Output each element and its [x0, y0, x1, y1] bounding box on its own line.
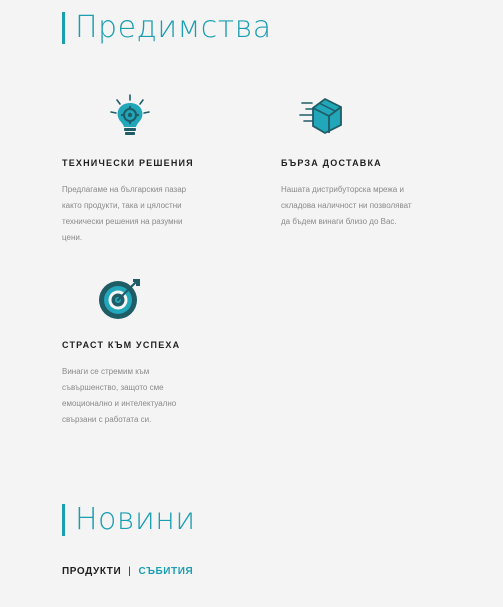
tab-separator: | — [128, 566, 132, 577]
feature-description-line: Предлагаме на българския пазар — [62, 185, 187, 194]
feature-description-line: съвършенство, защото сме — [62, 383, 164, 392]
tab-events[interactable]: СЪБИТИЯ — [139, 566, 194, 577]
news-tabs: ПРОДУКТИ | СЪБИТИЯ — [62, 566, 193, 577]
feature-description: Винаги се стремим към съвършенство, защо… — [62, 364, 232, 428]
feature-passion-for-success: СТРАСТ КЪМ УСПЕХА Винаги се стремим към … — [62, 274, 232, 428]
feature-title: ТЕХНИЧЕСКИ РЕШЕНИЯ — [62, 158, 194, 168]
target-icon — [90, 274, 150, 322]
feature-description-line: складова наличност ни позволяват — [281, 201, 412, 210]
feature-technical-solutions: ТЕХНИЧЕСКИ РЕШЕНИЯ Предлагаме на българс… — [62, 92, 232, 246]
news-title: Новини — [75, 502, 196, 537]
fast-delivery-box-icon — [293, 92, 353, 140]
feature-description-line: емоционално и интелектуално — [62, 399, 177, 408]
news-heading: Новини — [62, 502, 196, 537]
heading-accent-bar — [62, 11, 65, 44]
feature-description-line: Нашата дистрибуторска мрежа и — [281, 185, 404, 194]
feature-title: СТРАСТ КЪМ УСПЕХА — [62, 340, 181, 350]
advantages-title: Предимства — [75, 10, 272, 45]
feature-description: Нашата дистрибуторска мрежа и складова н… — [281, 182, 451, 230]
feature-description: Предлагаме на българския пазар както про… — [62, 182, 232, 246]
tab-products[interactable]: ПРОДУКТИ — [62, 566, 121, 577]
feature-description-line: да бъдем винаги близо до Вас. — [281, 217, 397, 226]
advantages-heading: Предимства — [62, 10, 272, 45]
feature-description-line: технически решения на разумни — [62, 217, 183, 226]
lightbulb-gear-icon — [100, 92, 160, 140]
feature-description-line: цени. — [62, 233, 83, 242]
feature-title: БЪРЗА ДОСТАВКА — [281, 158, 382, 168]
feature-description-line: свързани с работата си. — [62, 415, 152, 424]
heading-accent-bar — [62, 503, 65, 536]
feature-description-line: Винаги се стремим към — [62, 367, 150, 376]
feature-fast-delivery: БЪРЗА ДОСТАВКА Нашата дистрибуторска мре… — [281, 92, 451, 230]
feature-description-line: както продукти, така и цялостни — [62, 201, 182, 210]
